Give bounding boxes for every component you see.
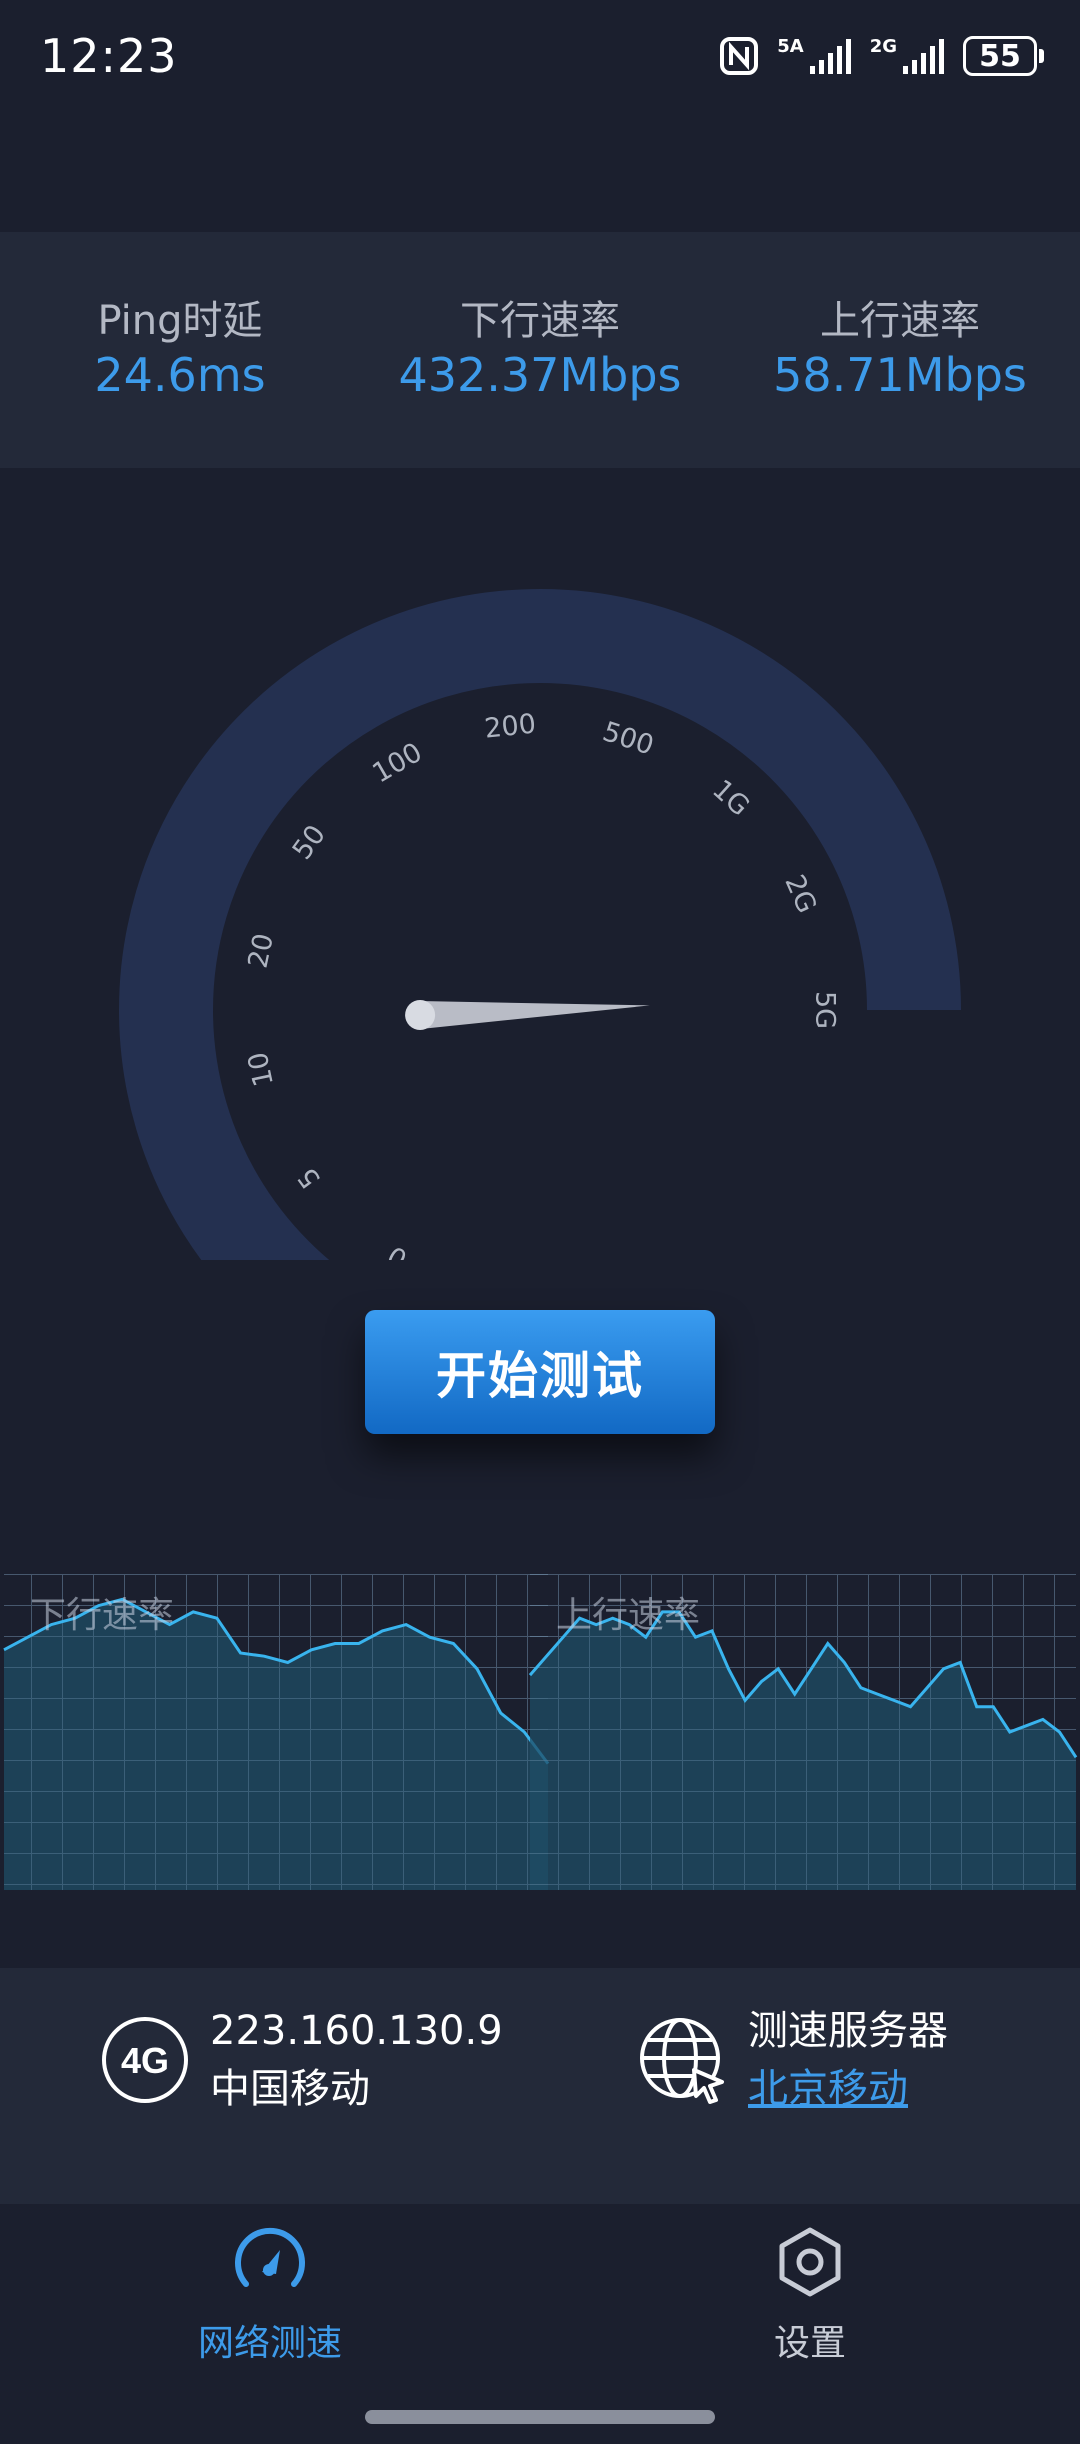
- ping-label: Ping时延: [97, 298, 263, 345]
- bottom-nav: 网络测速 设置: [0, 2204, 1080, 2444]
- download-label: 下行速率: [460, 298, 620, 345]
- upload-stat: 上行速率 58.71Mbps: [720, 295, 1080, 405]
- signal-1: 5A: [777, 36, 851, 76]
- battery-level: 55: [963, 36, 1037, 76]
- gauge-tick-label: 5G: [810, 991, 841, 1029]
- server-label: 测速服务器: [748, 2008, 948, 2054]
- battery-icon: 55: [963, 36, 1044, 76]
- gauge-track: [119, 589, 961, 1260]
- ip-address: 223.160.130.9: [210, 2008, 503, 2054]
- status-icons: 5A 2G 55: [719, 36, 1044, 76]
- home-indicator[interactable]: [365, 2410, 715, 2424]
- settings-hexagon-icon: [779, 2227, 841, 2297]
- connection-info-panel: 4G 223.160.130.9 中国移动 测速服务器 北京移动: [0, 1968, 1080, 2204]
- ping-value: 24.6ms: [94, 348, 266, 403]
- ping-stat: Ping时延 24.6ms: [0, 295, 360, 405]
- gauge-tick-label: 1G: [706, 774, 755, 823]
- nav-speedtest[interactable]: 网络测速: [150, 2224, 390, 2366]
- nav-settings-label: 设置: [773, 2323, 846, 2364]
- nav-speedtest-label: 网络测速: [197, 2323, 342, 2364]
- network-type-text: 4G: [121, 2040, 169, 2081]
- gauge-ticks: 0 5 10 20 50 100 200 500 1G 2G 5G: [242, 708, 840, 1260]
- gauge-tick-label: 0: [382, 1239, 412, 1260]
- gauge-tick-label: 2G: [778, 870, 822, 917]
- download-stat: 下行速率 432.37Mbps: [360, 295, 720, 405]
- upload-chart-label: 上行速率: [556, 1595, 701, 1636]
- gauge-tick-label: 10: [242, 1049, 279, 1089]
- download-value: 432.37Mbps: [398, 348, 682, 403]
- server-info: 测速服务器 北京移动: [636, 2002, 948, 2118]
- gauge-tick-label: 200: [483, 708, 538, 744]
- network-type-label-2: 2G: [869, 36, 897, 57]
- signal-2: 2G: [870, 36, 945, 76]
- speed-gauge: 0 5 10 20 50 100 200 500 1G 2G 5G: [119, 589, 961, 1260]
- upload-label: 上行速率: [820, 298, 980, 345]
- signal-strength-icon: [903, 39, 944, 74]
- signal-strength-icon: [809, 39, 851, 74]
- gauge-needle-tip: [405, 1000, 436, 1030]
- globe-cursor-icon: [640, 2018, 724, 2104]
- start-test-button[interactable]: 开始测试: [365, 1310, 715, 1434]
- gauge-tick-label: 500: [599, 716, 658, 761]
- gauge-tick-label: 100: [367, 737, 427, 790]
- speedometer-icon: [235, 2227, 305, 2287]
- stats-panel: Ping时延 24.6ms 下行速率 432.37Mbps 上行速率 58.71…: [0, 232, 1080, 468]
- gauge-tick-label: 20: [242, 931, 279, 971]
- network-4g-icon: 4G: [102, 2017, 188, 2103]
- network-type-label-1: 5A: [777, 36, 804, 57]
- connection-info: 4G 223.160.130.9 中国移动: [100, 2002, 503, 2118]
- server-name-link[interactable]: 北京移动: [748, 2060, 948, 2118]
- gauge-tick-label: 5: [292, 1161, 327, 1193]
- nfc-icon: [720, 37, 759, 75]
- download-chart-label: 下行速率: [30, 1595, 175, 1636]
- carrier-name: 中国移动: [210, 2066, 370, 2112]
- status-time: 12:23: [40, 29, 178, 83]
- nav-settings[interactable]: 设置: [690, 2224, 930, 2366]
- gauge-tick-label: 50: [287, 820, 332, 866]
- upload-value: 58.71Mbps: [773, 348, 1027, 403]
- gauge-needle: [419, 1001, 650, 1029]
- status-bar: 12:23 5A 2G 55: [0, 0, 1080, 112]
